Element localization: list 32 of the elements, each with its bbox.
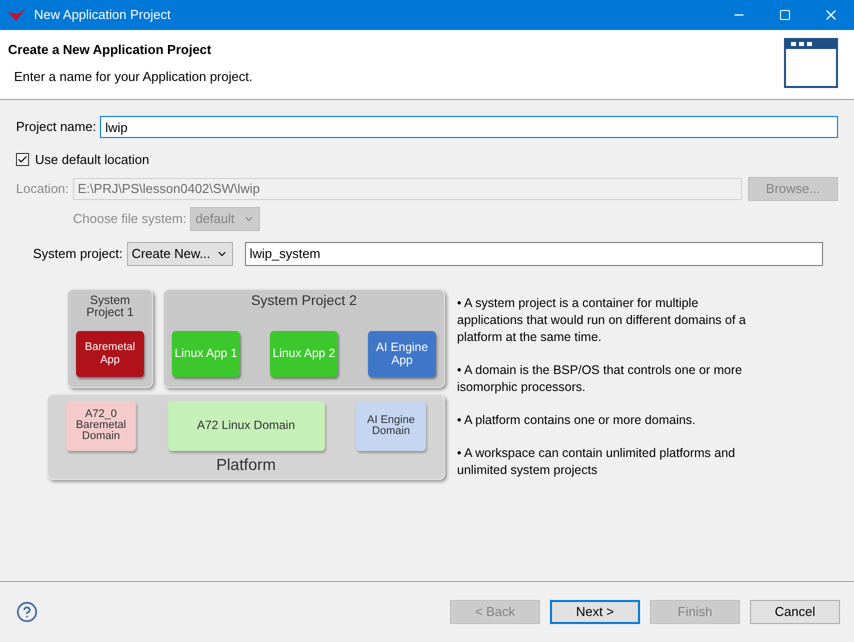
project-name-label: Project name: — [16, 118, 96, 136]
info-note: • A system project is a container for multiple applications that would run on different domains of a platform at the same time. — [457, 294, 747, 346]
info-note: • A domain is the BSP/OS that controls one or more isomorphic processors. — [457, 362, 744, 396]
system-project-name-field[interactable]: lwip_system — [244, 242, 823, 266]
system-project-dropdown[interactable]: Create New... — [126, 242, 233, 266]
app-block: Baremetal App — [76, 330, 144, 376]
page-title: Create a New Application Project — [8, 41, 212, 59]
domain-block: A72_0 Baremetal Domain — [66, 400, 136, 450]
platform-title: Platform — [215, 456, 277, 476]
location-label: Location: — [16, 180, 69, 198]
dialog-button[interactable]: Cancel — [750, 600, 840, 624]
system-project-label: System project: — [33, 244, 123, 263]
window-icon — [784, 38, 838, 88]
info-note: • A platform contains one or more domains. — [457, 412, 697, 428]
domain-block: AI Engine Domain — [356, 400, 426, 450]
default-location-checkbox[interactable] — [16, 153, 29, 166]
app-block: AI Engine App — [368, 330, 436, 376]
info-note: • A workspace can contain unlimited platforms and unlimited system projects — [457, 444, 736, 478]
system-project-title: System Project 1 — [85, 294, 135, 318]
help-icon[interactable] — [16, 601, 38, 623]
domain-block: A72 Linux Domain — [168, 400, 324, 450]
project-name-field[interactable]: lwip — [100, 116, 838, 138]
system-project-title: System Project 2 — [251, 294, 357, 306]
app-block: Linux App 1 — [172, 330, 240, 376]
dialog-button[interactable]: Next > — [550, 600, 640, 624]
window-title: New Application Project — [34, 6, 171, 24]
maximize-icon — [779, 9, 791, 21]
app-block: Linux App 2 — [270, 330, 338, 376]
file-system-label: Choose file system: — [73, 210, 186, 228]
page-subtitle: Enter a name for your Application project. — [14, 68, 252, 86]
app-logo-icon — [8, 8, 26, 22]
default-location-label: Use default location — [35, 151, 150, 169]
